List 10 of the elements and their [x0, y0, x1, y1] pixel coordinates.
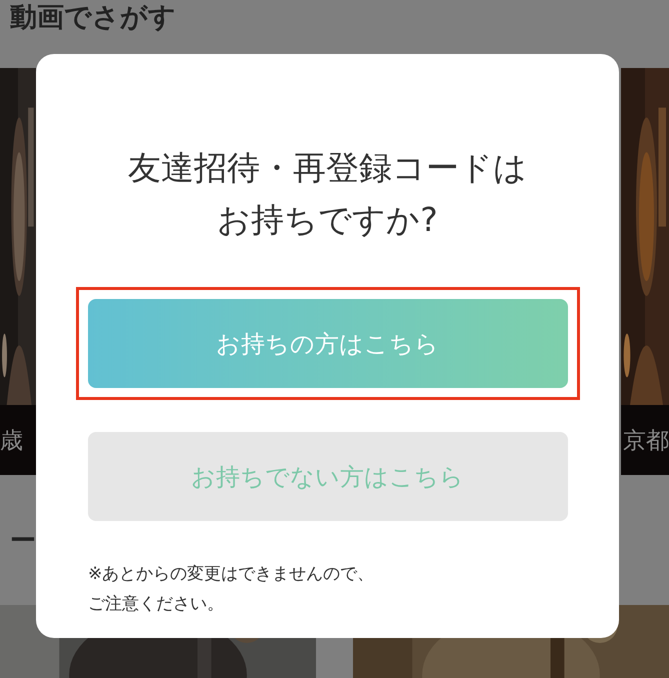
section-heading: ー	[10, 524, 36, 558]
dialog-title: 友達招待・再登録コードは	[128, 147, 527, 189]
card-caption: 歳	[0, 426, 23, 456]
note-text: ※あとからの変更はできませんので、	[88, 563, 374, 586]
note-text: ご注意ください。	[88, 593, 225, 616]
video-card[interactable]: 京都	[621, 68, 669, 475]
section-title: 動画でさがす	[9, 1, 177, 35]
dialog-title: お持ちですか?	[217, 199, 438, 241]
video-card[interactable]: 歳	[0, 68, 36, 475]
card-caption: 京都	[623, 426, 669, 456]
